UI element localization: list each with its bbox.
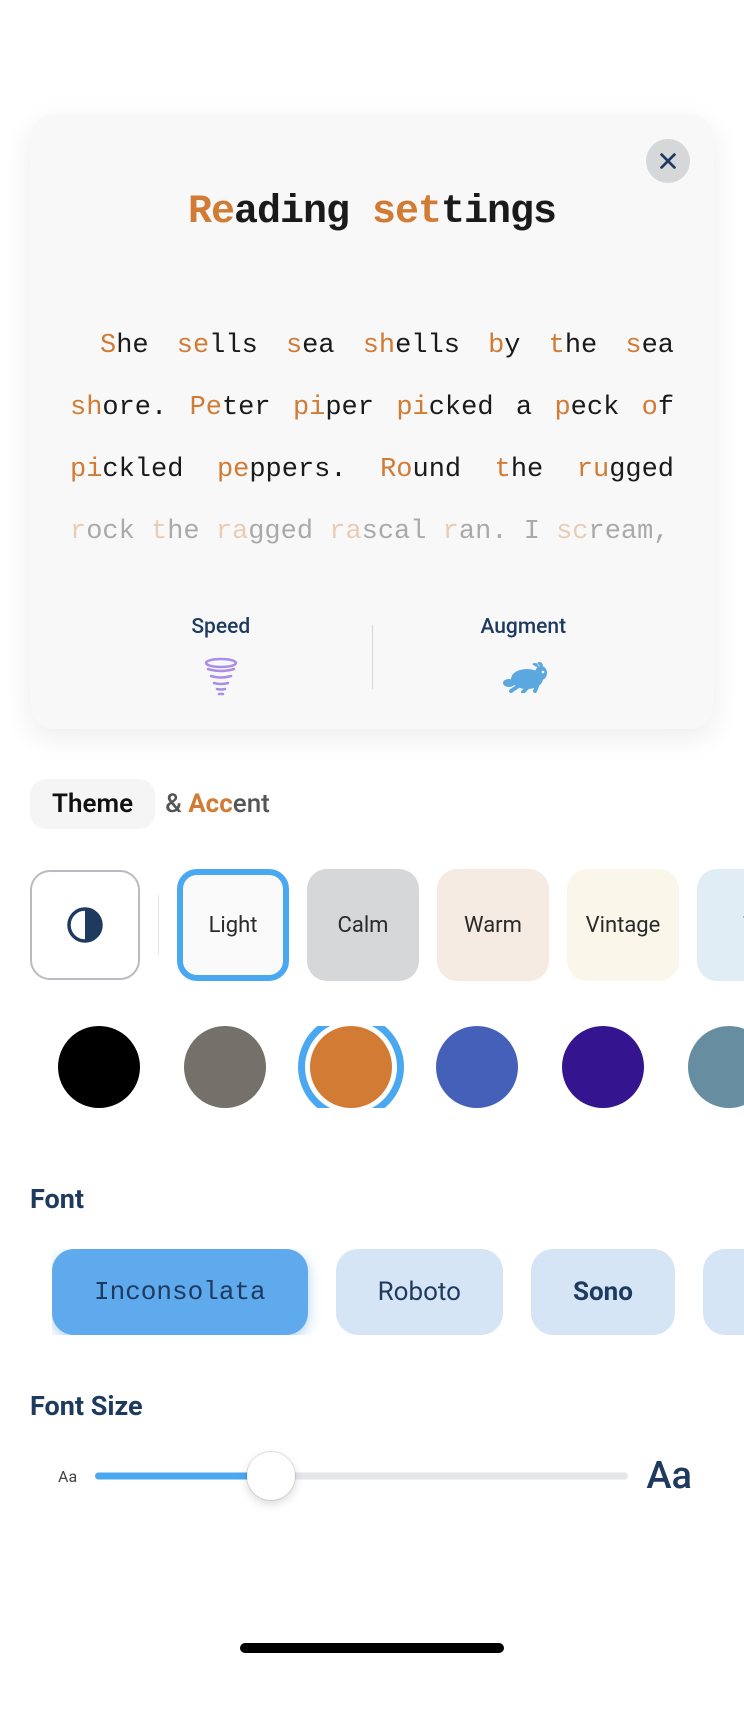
theme-option-vintage[interactable]: Vintage [567, 869, 679, 981]
font-size-slider[interactable] [95, 1472, 628, 1480]
aa-big-label: Aa [646, 1454, 692, 1498]
sample-text: She sells sea shells by the sea shore. P… [70, 315, 674, 570]
theme-row: LightCalmWarmVintageTr [30, 869, 744, 981]
accent-swatch[interactable] [58, 1026, 140, 1108]
divider [158, 895, 159, 955]
font-option-inconsolata[interactable]: Inconsolata [52, 1249, 308, 1335]
contrast-icon [65, 905, 105, 945]
font-heading: Font [30, 1183, 714, 1215]
accent-row [58, 1026, 744, 1108]
augment-label: Augment [373, 615, 675, 639]
page-title: Reading settings [70, 190, 674, 235]
accent-swatch[interactable] [436, 1026, 518, 1108]
speed-augment-row: Speed Augment [70, 615, 674, 699]
tornado-icon [70, 655, 372, 699]
font-size-heading: Font Size [30, 1390, 714, 1422]
close-button[interactable] [646, 139, 690, 183]
close-icon [657, 150, 679, 172]
accent-swatch[interactable] [310, 1026, 392, 1108]
theme-option-light[interactable]: Light [177, 869, 289, 981]
font-option-sono[interactable]: Sono [531, 1249, 675, 1335]
accent-heading-text: & Accent [165, 789, 270, 819]
accent-swatch[interactable] [184, 1026, 266, 1108]
slider-thumb[interactable] [247, 1452, 295, 1500]
font-row: Inconsolata Roboto Sono [52, 1249, 744, 1335]
theme-option-warm[interactable]: Warm [437, 869, 549, 981]
font-size-slider-row: Aa Aa [58, 1454, 692, 1498]
aa-small-label: Aa [58, 1467, 77, 1486]
font-option-partial[interactable] [703, 1249, 744, 1335]
theme-option-tr[interactable]: Tr [697, 869, 744, 981]
theme-accent-heading: Theme & Accent [30, 779, 714, 829]
accent-swatch[interactable] [688, 1026, 744, 1108]
speed-label: Speed [70, 615, 372, 639]
contrast-button[interactable] [30, 870, 140, 980]
home-indicator [240, 1643, 504, 1653]
theme-pill: Theme [30, 779, 155, 829]
theme-option-calm[interactable]: Calm [307, 869, 419, 981]
speed-button[interactable]: Speed [70, 615, 372, 699]
rabbit-icon [373, 655, 675, 699]
accent-swatch[interactable] [562, 1026, 644, 1108]
font-option-roboto[interactable]: Roboto [336, 1249, 503, 1335]
settings-card: Reading settings She sells sea shells by… [30, 115, 714, 729]
slider-fill [95, 1473, 271, 1480]
augment-button[interactable]: Augment [373, 615, 675, 699]
